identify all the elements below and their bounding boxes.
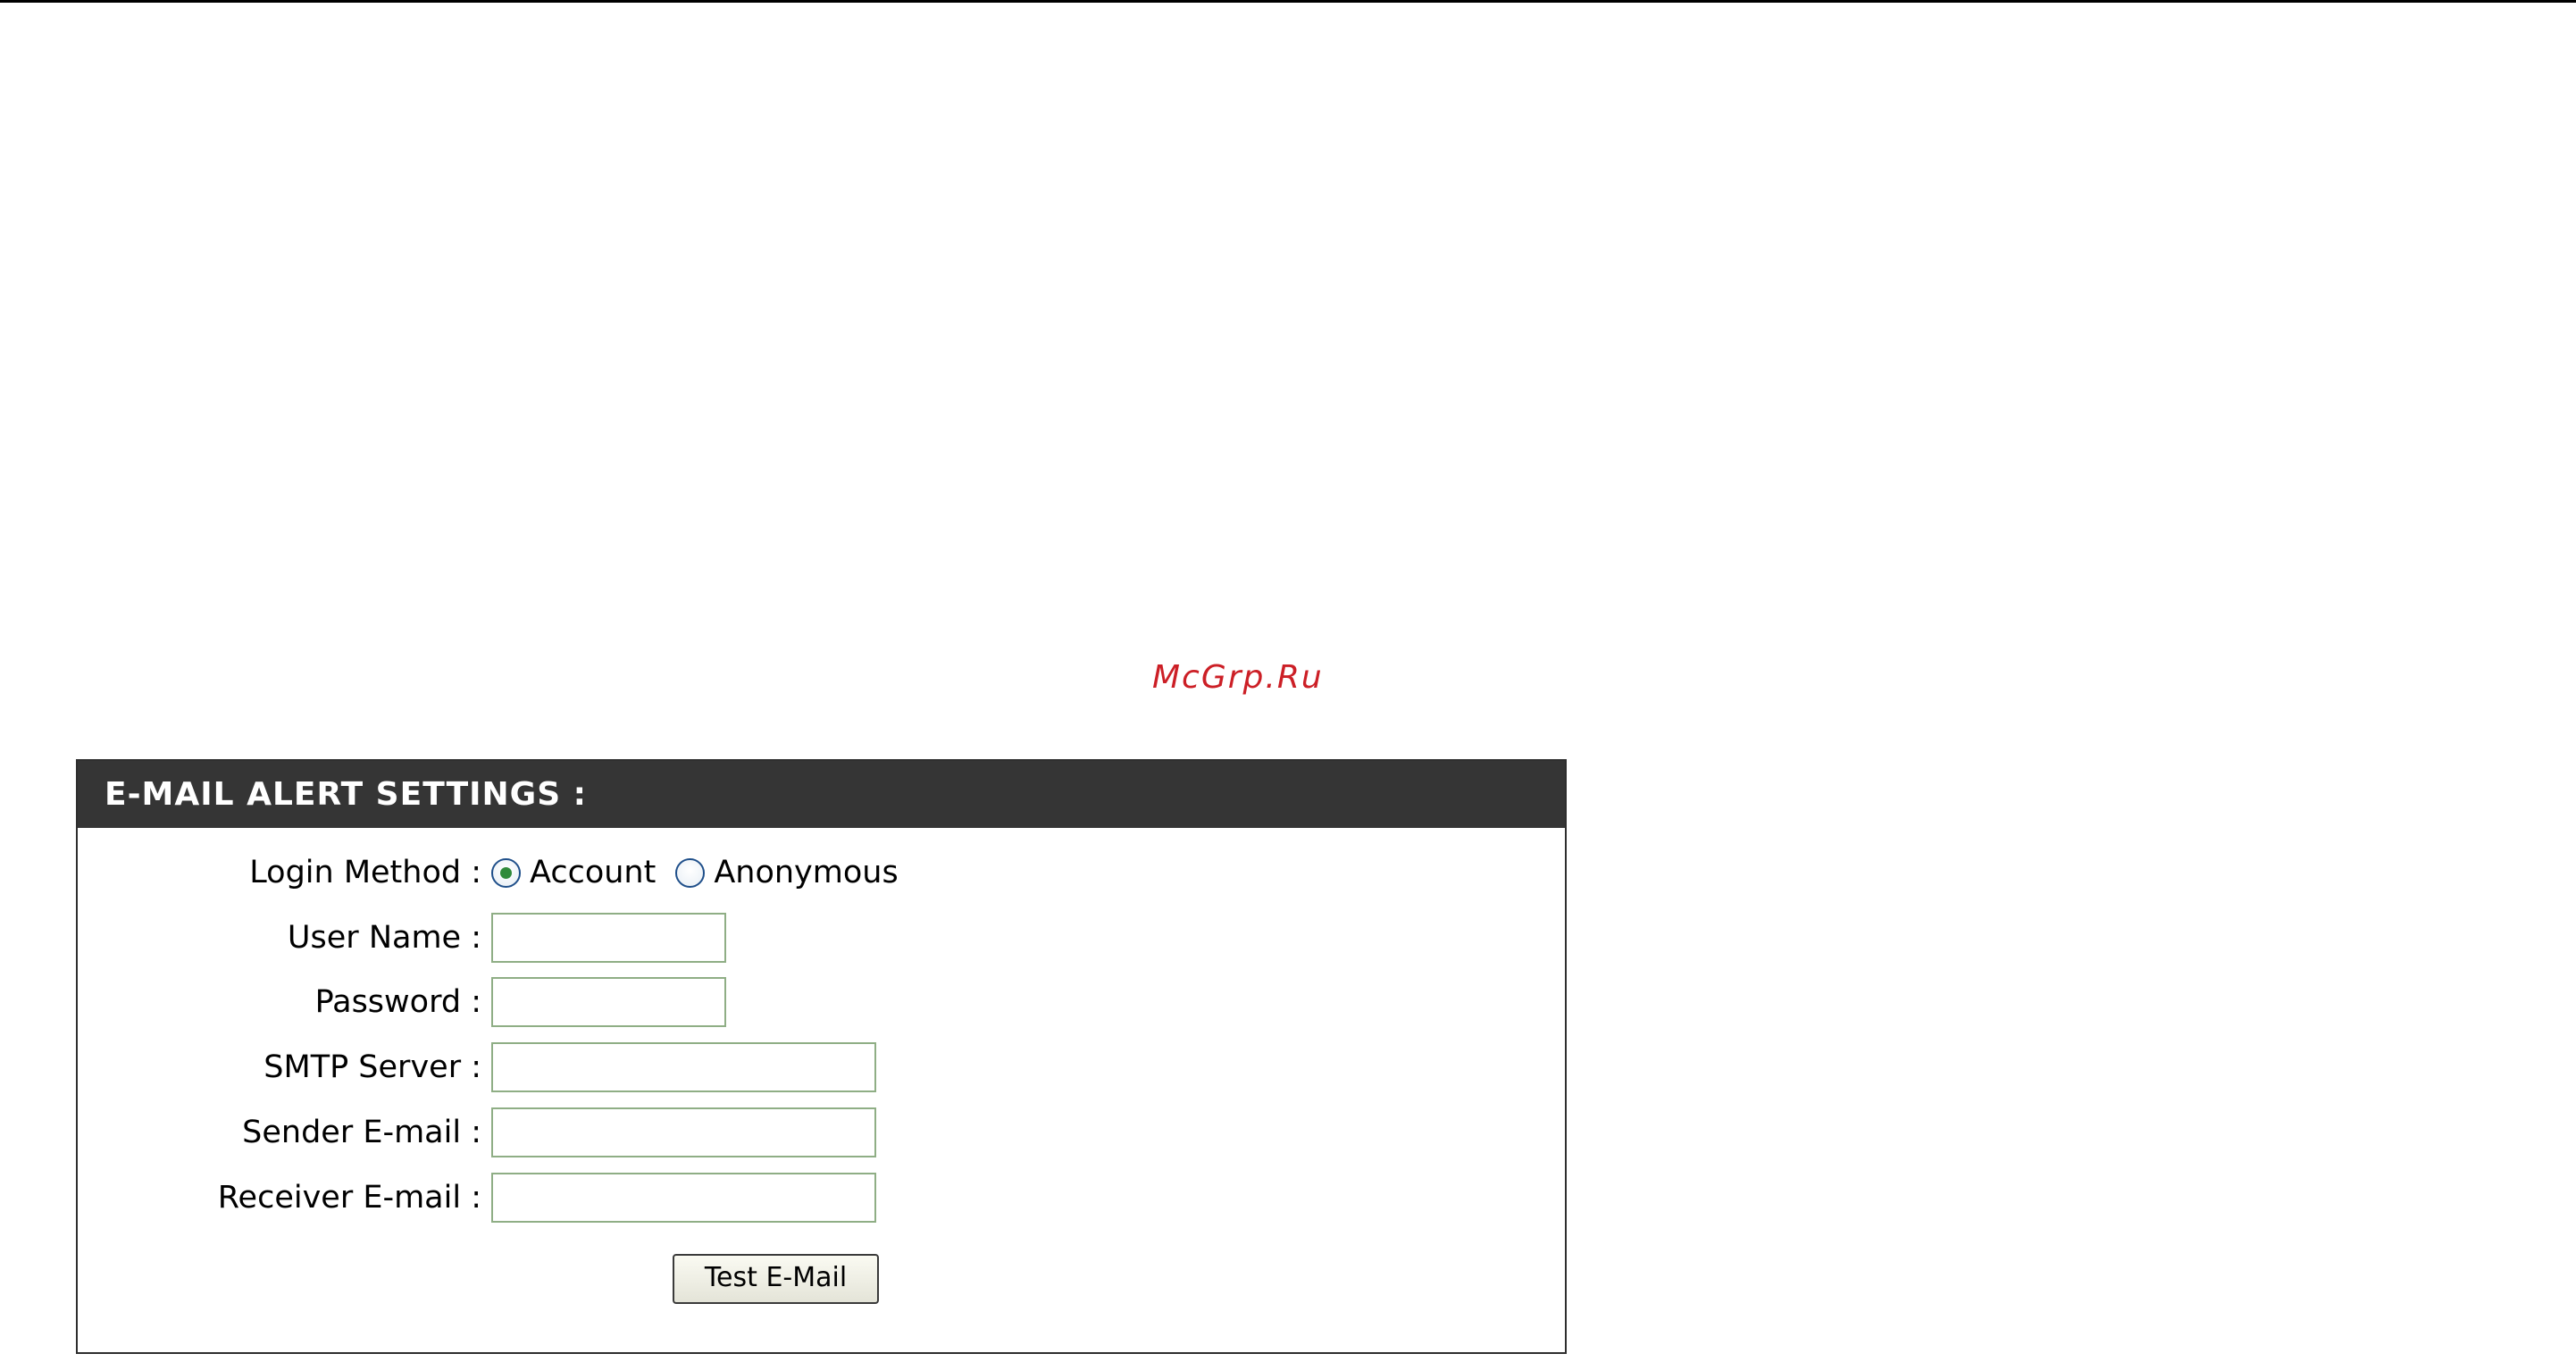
smtp-server-label: SMTP Server : xyxy=(263,1049,481,1085)
login-method-account-label[interactable]: Account xyxy=(530,855,656,890)
password-row: Password : xyxy=(78,977,1565,1027)
password-label: Password : xyxy=(314,984,481,1020)
sender-email-label: Sender E-mail : xyxy=(242,1115,481,1150)
test-email-button[interactable]: Test E-Mail xyxy=(673,1254,879,1304)
panel-title: E-MAIL ALERT SETTINGS : xyxy=(78,761,1565,828)
password-control xyxy=(491,977,726,1027)
sender-email-row: Sender E-mail : xyxy=(78,1107,1565,1157)
receiver-email-label: Receiver E-mail : xyxy=(217,1180,481,1216)
receiver-email-input[interactable] xyxy=(491,1173,876,1223)
watermark-text: McGrp.Ru xyxy=(1152,659,1324,696)
login-method-anonymous-label[interactable]: Anonymous xyxy=(714,855,898,890)
login-method-row: Login Method : Account Anonymous xyxy=(78,848,1565,898)
smtp-server-control xyxy=(491,1042,876,1092)
smtp-server-row: SMTP Server : xyxy=(78,1042,1565,1092)
user-name-label: User Name : xyxy=(287,920,481,956)
login-method-anonymous-radio[interactable] xyxy=(675,857,706,888)
user-name-input[interactable] xyxy=(491,913,726,963)
receiver-email-control xyxy=(491,1173,876,1223)
receiver-email-row: Receiver E-mail : xyxy=(78,1173,1565,1223)
sender-email-input[interactable] xyxy=(491,1107,876,1157)
login-method-account-radio[interactable] xyxy=(491,857,521,888)
user-name-row: User Name : xyxy=(78,913,1565,963)
page: McGrp.Ru E-MAIL ALERT SETTINGS : Login M… xyxy=(0,0,2576,1362)
top-rule xyxy=(0,0,2576,3)
user-name-control xyxy=(491,913,726,963)
smtp-server-input[interactable] xyxy=(491,1042,876,1092)
sender-email-control xyxy=(491,1107,876,1157)
login-method-options: Account Anonymous xyxy=(491,855,918,890)
email-alert-settings-panel: E-MAIL ALERT SETTINGS : Login Method : A… xyxy=(76,759,1567,1354)
login-method-label: Login Method : xyxy=(249,855,481,890)
password-input[interactable] xyxy=(491,977,726,1027)
